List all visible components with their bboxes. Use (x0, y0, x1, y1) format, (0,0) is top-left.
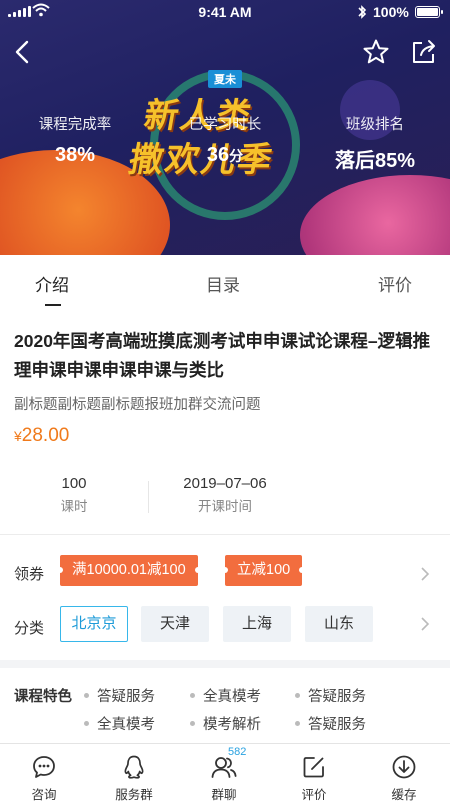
service-group-button[interactable]: 服务群 (94, 754, 174, 803)
stat-label: 课程完成率 (38, 117, 112, 133)
chat-bubble-icon (33, 756, 55, 778)
section-spacer (0, 660, 450, 668)
category-chip[interactable]: 天津 (141, 606, 209, 642)
stat-completion: 课程完成率 38% (0, 113, 150, 167)
group-chat-button[interactable]: 群聊 (184, 754, 264, 803)
chevron-right-icon[interactable] (420, 616, 430, 632)
tab-reviews[interactable]: 评价 (378, 271, 412, 296)
edit-review-icon (303, 757, 324, 778)
stat-value: 36分 (206, 144, 244, 166)
price-currency: ¥ (14, 428, 22, 444)
category-chip[interactable]: 上海 (223, 606, 291, 642)
battery-icon (415, 6, 443, 18)
coupon-chip[interactable]: 立减100 (221, 555, 306, 586)
course-meta: 100 课时 2019–07–06 开课时间 (0, 475, 450, 520)
lesson-count: 100 课时 (60, 475, 88, 514)
coupon-label: 领券 (14, 566, 45, 583)
stat-study-time: 已学习时长 36分 (150, 113, 300, 167)
learning-stats: 课程完成率 38% 已学习时长 36分 班级排名 落后85% (0, 113, 450, 173)
download-icon (392, 755, 416, 779)
battery-percent: 100% (373, 4, 409, 20)
banner-decoration (300, 175, 450, 255)
stat-value: 38% (54, 144, 96, 166)
bottom-action-bar: 咨询 服务群 群聊 评价 缓存 (0, 743, 450, 803)
category-chip-selected[interactable]: 北京京 (60, 606, 128, 642)
stat-value: 落后85% (334, 150, 416, 172)
features-label: 课程特色 (14, 689, 72, 705)
tab-intro[interactable]: 介绍 (35, 271, 69, 296)
chevron-right-icon[interactable] (420, 566, 430, 582)
consult-button[interactable]: 咨询 (4, 754, 84, 803)
back-button[interactable] (6, 36, 38, 68)
course-subtitle: 副标题副标题副标题报班加群交流问题 (14, 397, 261, 413)
course-banner: 夏未 新人类 撒欢儿季 9:41 AM 100% 课程完成率 38% 已学习时长… (0, 0, 450, 255)
cache-button[interactable]: 缓存 (364, 754, 444, 803)
section-divider (0, 534, 450, 535)
feature-item: 答疑服务 (295, 685, 366, 706)
tab-bar: 介绍 目录 评价 (0, 255, 450, 313)
feature-item: 全真模考 (190, 685, 261, 706)
stat-label: 已学习时长 (188, 117, 262, 133)
share-button[interactable] (408, 36, 440, 68)
tab-catalog[interactable]: 目录 (206, 271, 240, 296)
course-price: ¥28.00 (14, 425, 69, 447)
favorite-button[interactable] (360, 36, 392, 68)
bluetooth-icon (358, 5, 367, 19)
qq-penguin-icon (124, 755, 144, 779)
status-bar: 9:41 AM 100% (0, 0, 450, 24)
star-outline-icon (363, 39, 389, 64)
feature-item: 答疑服务 (84, 685, 155, 706)
start-date: 2019–07–06 开课时间 (183, 475, 267, 514)
review-button[interactable]: 评价 (274, 754, 354, 803)
banner-tag: 夏未 (208, 70, 242, 88)
feature-item: 全真模考 (84, 713, 155, 734)
group-chat-badge: 582 (228, 746, 247, 758)
stat-class-rank: 班级排名 落后85% (300, 113, 450, 173)
course-title: 2020年国考高端班摸底测考试申申课试论课程–逻辑推理申课申课申课申课与类比 (14, 331, 431, 380)
tab-active-indicator (45, 304, 61, 306)
stat-label: 班级排名 (346, 117, 404, 133)
share-icon (413, 40, 435, 63)
chevron-left-icon (15, 40, 29, 64)
category-label: 分类 (14, 620, 45, 637)
coupon-chip[interactable]: 满10000.01减100 (57, 555, 201, 586)
category-chip[interactable]: 山东 (305, 606, 373, 642)
feature-item: 模考解析 (190, 713, 261, 734)
feature-item: 答疑服务 (295, 713, 366, 734)
meta-divider (148, 481, 149, 513)
price-value: 28.00 (21, 425, 70, 446)
